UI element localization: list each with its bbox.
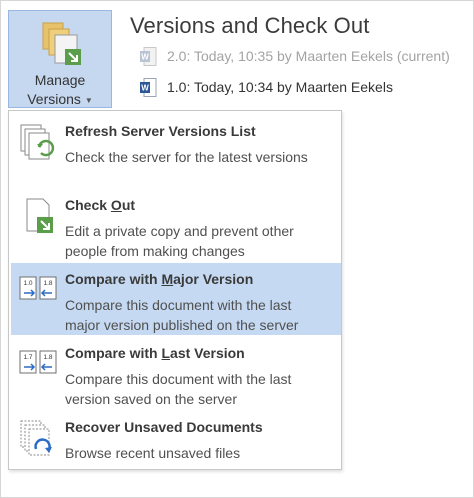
menu-item-title: Compare with Last Version [65,345,245,361]
menu-item-recover-unsaved[interactable]: Recover Unsaved Documents Browse recent … [11,411,341,463]
menu-item-title: Recover Unsaved Documents [65,419,263,435]
word-doc-icon: W [140,46,157,66]
title-text: Compare with [65,345,162,361]
version-label: 1.0: Today, 10:34 by Maarten Eekels [167,79,393,95]
svg-text:W: W [141,52,149,61]
menu-item-description: Compare this document with the last majo… [65,297,299,333]
menu-item-compare-major[interactable]: 1.0 1.8 Compare with Major Version Compa… [11,263,341,335]
menu-item-title: Compare with Major Version [65,271,253,287]
title-text: Compare with [65,271,162,287]
menu-item-description: Compare this document with the last vers… [65,371,292,407]
manage-versions-icon [42,22,81,65]
menu-item-title: Refresh Server Versions List [65,123,256,139]
manage-versions-label: Manage Versions ▼ [9,71,111,110]
check-out-icon [26,198,53,233]
menu-item-description: Edit a private copy and prevent other pe… [65,223,294,259]
svg-text:1.8: 1.8 [43,280,52,287]
menu-item-check-out[interactable]: Check Out Edit a private copy and preven… [11,189,341,261]
menu-item-title: Check Out [65,197,135,213]
menu-item-compare-last[interactable]: 1.7 1.8 Compare with Last Version Compar… [11,337,341,409]
accelerator-key: L [161,345,171,361]
menu-item-description: Browse recent unsaved files [65,445,241,461]
svg-text:1.8: 1.8 [43,354,52,361]
accelerator-key: M [161,271,174,287]
title-text: ut [121,197,136,213]
manage-versions-button[interactable]: Manage Versions ▼ [8,10,112,108]
title-text: ast Version [170,345,245,361]
svg-text:W: W [141,83,149,92]
compare-major-icon: 1.0 1.8 [19,276,57,300]
manage-label-line2: Versions [27,91,81,107]
accelerator-key: O [110,197,122,213]
compare-last-icon: 1.7 1.8 [19,350,57,374]
recover-unsaved-icon [20,420,52,456]
refresh-versions-icon [20,124,55,160]
version-row-previous[interactable]: W 1.0: Today, 10:34 by Maarten Eekels [140,77,393,97]
word-doc-icon: W [140,77,157,97]
manage-versions-menu: Refresh Server Versions List Check the s… [8,110,342,470]
svg-text:1.0: 1.0 [23,280,32,287]
version-label: 2.0: Today, 10:35 by Maarten Eekels (cur… [167,48,450,64]
version-row-current[interactable]: W 2.0: Today, 10:35 by Maarten Eekels (c… [140,46,450,66]
menu-item-description: Check the server for the latest versions [65,149,308,165]
section-title: Versions and Check Out [130,13,370,38]
title-text: Check [65,197,111,213]
svg-text:1.7: 1.7 [23,354,32,361]
title-text: ajor Version [173,271,254,287]
manage-label-line1: Manage [34,72,86,88]
chevron-down-icon: ▼ [84,95,93,105]
menu-item-refresh-versions[interactable]: Refresh Server Versions List Check the s… [11,115,341,187]
